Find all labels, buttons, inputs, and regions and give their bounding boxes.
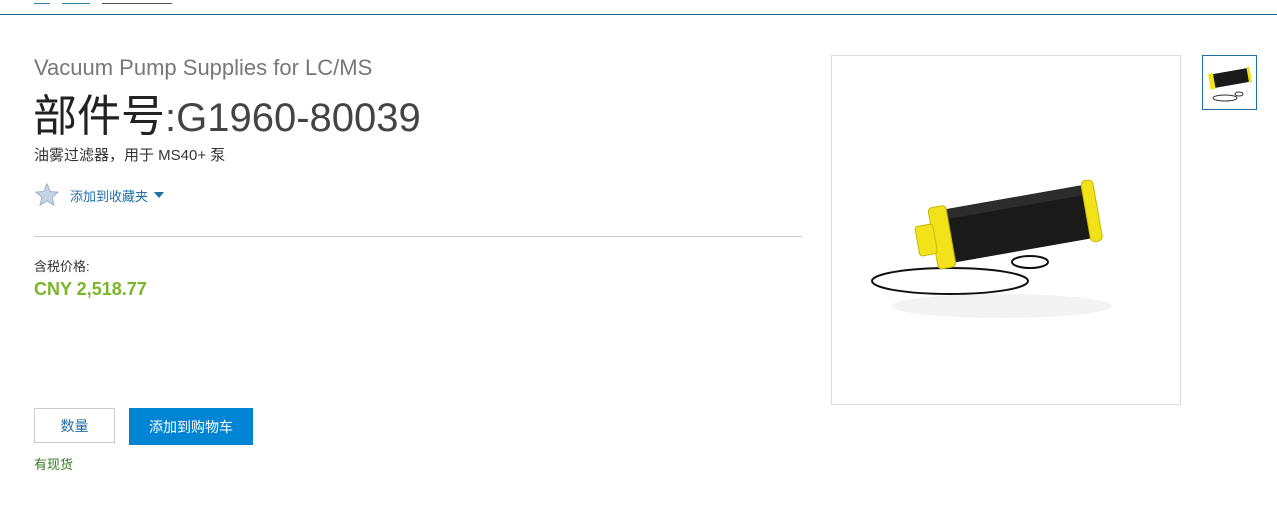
favorites-label[interactable]: 添加到收藏夹: [70, 186, 148, 205]
add-to-favorites-button[interactable]: 添加到收藏夹: [34, 182, 165, 208]
product-category: Vacuum Pump Supplies for LC/MS: [34, 55, 373, 80]
section-divider: [34, 236, 802, 237]
page-title: 部件号:G1960-80039: [33, 80, 421, 144]
price-value: CNY 2,518.77: [34, 279, 147, 299]
part-number-value: G1960-80039: [176, 96, 421, 140]
product-description: 油雾过滤器，用于 MS40+ 泵: [34, 147, 226, 164]
header-divider: [0, 14, 1277, 15]
stock-status: 有现货: [34, 457, 74, 472]
caret-down-icon[interactable]: [154, 192, 165, 198]
quantity-field[interactable]: 数量: [34, 408, 115, 443]
product-image[interactable]: [831, 55, 1181, 405]
add-to-cart-button[interactable]: 添加到购物车: [129, 408, 253, 445]
price-label: 含税价格:: [34, 259, 90, 274]
breadcrumb[interactable]: [34, 0, 184, 4]
part-number-colon: :: [165, 96, 177, 140]
part-number-label: 部件号: [33, 92, 165, 141]
product-thumbnail[interactable]: [1202, 55, 1257, 110]
star-icon[interactable]: [34, 182, 60, 208]
